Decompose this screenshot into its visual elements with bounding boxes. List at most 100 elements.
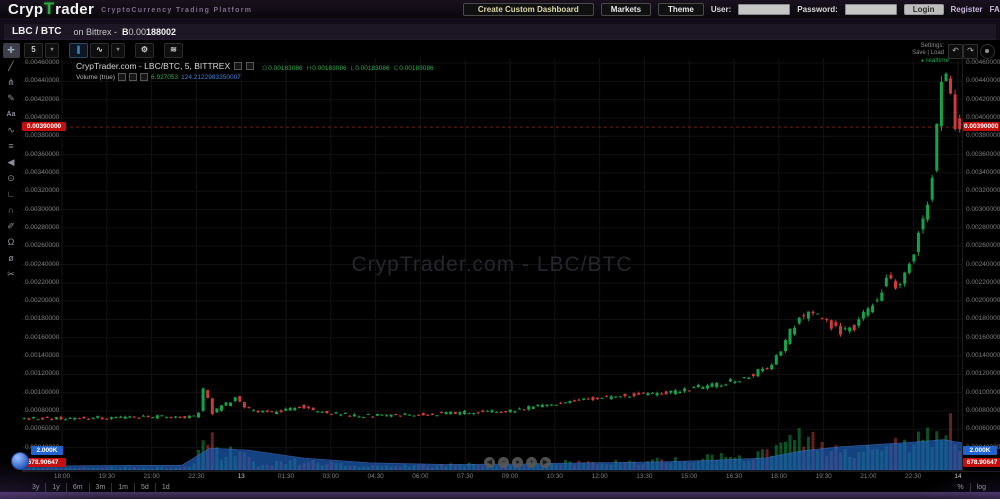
header-actions: Create Custom Dashboard Markets Theme Us… xyxy=(463,3,1000,16)
reset-view-button[interactable]: ● xyxy=(512,457,523,468)
tool-pitchfork-icon[interactable]: ⋔ xyxy=(3,75,20,90)
time-tick-label: 16:30 xyxy=(726,473,742,480)
redo-button[interactable]: ↷ xyxy=(963,44,978,59)
tool-measure-icon[interactable]: ∟ xyxy=(3,187,20,202)
zoom-out-button[interactable]: − xyxy=(498,457,509,468)
user-label: User: xyxy=(711,5,731,14)
faq-link[interactable]: FAQ xyxy=(990,5,1000,14)
volume-collapse-icon[interactable] xyxy=(118,73,126,81)
pair-label[interactable]: LBC / BTC xyxy=(12,26,61,37)
ohlc-key: L xyxy=(351,65,355,72)
volume-indicator-label[interactable]: Volume (true) xyxy=(76,74,115,81)
range-3m-button[interactable]: 3m xyxy=(90,483,113,492)
symbol-bar: LBC / BTC on Bittrex - B0.00188002 xyxy=(4,24,996,40)
chart-toolbar: 5 ▾ ∥ ∿ ▾ ⚙ ≋ xyxy=(24,43,183,58)
markets-button[interactable]: Markets xyxy=(601,3,651,16)
price-tick-label: 0.00460000 xyxy=(25,59,59,66)
chart-settings-gear-icon[interactable]: ⚙ xyxy=(135,43,154,58)
range-1m-button[interactable]: 1m xyxy=(112,483,135,492)
time-tick-label: 13:30 xyxy=(636,473,652,480)
create-custom-dashboard-button[interactable]: Create Custom Dashboard xyxy=(463,3,594,16)
range-5d-button[interactable]: 5d xyxy=(135,483,156,492)
tool-arrow-icon[interactable]: ◀ xyxy=(3,155,20,170)
price-tick-label: 0.00280000 xyxy=(25,224,59,231)
user-input[interactable] xyxy=(738,4,790,15)
register-link[interactable]: Register xyxy=(951,5,983,14)
zoom-in-button[interactable]: + xyxy=(526,457,537,468)
logo[interactable]: CrypTrader xyxy=(8,0,94,19)
volume-settings-icon[interactable] xyxy=(129,73,137,81)
volume-value-tag: 678.90647 xyxy=(963,458,1000,467)
scale-%-button[interactable]: % xyxy=(951,483,970,492)
interval-dropdown-icon[interactable]: ▾ xyxy=(45,43,59,58)
feedback-widget-button[interactable] xyxy=(11,452,29,470)
price-tick-label: 0.00160000 xyxy=(25,334,59,341)
interval-button[interactable]: 5 xyxy=(24,43,43,58)
tool-magnet-icon[interactable]: ∩ xyxy=(3,203,20,218)
time-tick-label: 22:30 xyxy=(905,473,921,480)
price-tick-label: 0.00260000 xyxy=(25,242,59,249)
chart-legend: CrypTrader.com - LBC/BTC, 5, BITTREX O0.… xyxy=(76,61,434,81)
price-tick-label: 0.00120000 xyxy=(966,370,1000,377)
settings-label: Settings: xyxy=(912,43,944,50)
tool-hide-drawings-icon[interactable]: ø xyxy=(3,251,20,266)
chart-style-button[interactable]: ∿ xyxy=(90,43,109,58)
tool-remove-drawings-icon[interactable]: ✂ xyxy=(3,267,20,282)
ohlc-value: 0.00183086 xyxy=(399,65,433,72)
price-tick-label: 0.00460000 xyxy=(966,59,1000,66)
realtime-indicator: ● realtime xyxy=(921,57,949,64)
top-header: CrypTrader CryptoCurrency Trading Platfo… xyxy=(0,0,1000,18)
tool-trend-line-icon[interactable]: ╱ xyxy=(3,59,20,74)
range-1d-button[interactable]: 1d xyxy=(156,483,176,492)
scale-selector: %log xyxy=(951,483,992,492)
tool-zoom-icon[interactable]: ⊙ xyxy=(3,171,20,186)
range-6m-button[interactable]: 6m xyxy=(67,483,90,492)
pan-left-button[interactable]: ◀ xyxy=(484,457,495,468)
tool-drawing-mode-icon[interactable]: ✐ xyxy=(3,219,20,234)
range-1y-button[interactable]: 1y xyxy=(46,483,66,492)
realtime-label: realtime xyxy=(926,57,949,64)
price-tick-label: 0.00080000 xyxy=(966,407,1000,414)
tool-text-icon[interactable]: Aa xyxy=(3,107,20,122)
tool-lock-icon[interactable]: Ω xyxy=(3,235,20,250)
price-tick-label: 0.00060000 xyxy=(25,425,59,432)
tool-brush-icon[interactable]: ✎ xyxy=(3,91,20,106)
price-tick-label: 0.00220000 xyxy=(966,279,1000,286)
chart-legend-title[interactable]: CrypTrader.com - LBC/BTC, 5, BITTREX xyxy=(76,61,230,71)
price-tick-label: 0.00320000 xyxy=(966,187,1000,194)
price-tick-label: 0.00360000 xyxy=(966,151,1000,158)
tool-crosshair-icon[interactable]: ✛ xyxy=(3,43,20,58)
camera-icon[interactable] xyxy=(980,44,995,59)
volume-ma-value: 124.2122983350007 xyxy=(181,74,241,81)
price-tick-label: 0.00440000 xyxy=(966,77,1000,84)
tool-fib-retracement-icon[interactable]: ≡ xyxy=(3,139,20,154)
time-tick-label: 18:00 xyxy=(771,473,787,480)
window-chrome-bottom xyxy=(0,492,1000,499)
range-3y-button[interactable]: 3y xyxy=(26,483,46,492)
legend-settings-icon[interactable] xyxy=(234,62,242,70)
time-tick-label: 04:30 xyxy=(367,473,383,480)
time-tick-label: 19:30 xyxy=(815,473,831,480)
time-tick-label: 07:30 xyxy=(457,473,473,480)
candlestick-style-button[interactable]: ∥ xyxy=(69,43,88,58)
volume-scale-tag: 2.000K xyxy=(31,446,63,455)
indicators-icon[interactable]: ≋ xyxy=(164,43,183,58)
volume-value: 6.927053 xyxy=(151,74,178,81)
login-button[interactable]: Login xyxy=(904,4,944,15)
theme-button[interactable]: Theme xyxy=(658,3,704,16)
price-tick-label: 0.00080000 xyxy=(25,407,59,414)
price-tick-label: 0.00420000 xyxy=(966,96,1000,103)
undo-button[interactable]: ↶ xyxy=(948,44,963,59)
pan-right-button[interactable]: ▶ xyxy=(540,457,551,468)
password-input[interactable] xyxy=(845,4,897,15)
tool-xabcd-pattern-icon[interactable]: ∿ xyxy=(3,123,20,138)
price-tick-label: 0.00060000 xyxy=(966,425,1000,432)
chart-style-dropdown-icon[interactable]: ▾ xyxy=(111,43,125,58)
legend-close-icon[interactable] xyxy=(246,62,254,70)
volume-close-icon[interactable] xyxy=(140,73,148,81)
time-tick-label: 06:00 xyxy=(412,473,428,480)
scale-log-button[interactable]: log xyxy=(971,483,992,492)
save-load-links[interactable]: Save | Load xyxy=(912,50,944,57)
price-tick-label: 0.00200000 xyxy=(966,297,1000,304)
time-tick-label: 14 xyxy=(954,473,961,480)
